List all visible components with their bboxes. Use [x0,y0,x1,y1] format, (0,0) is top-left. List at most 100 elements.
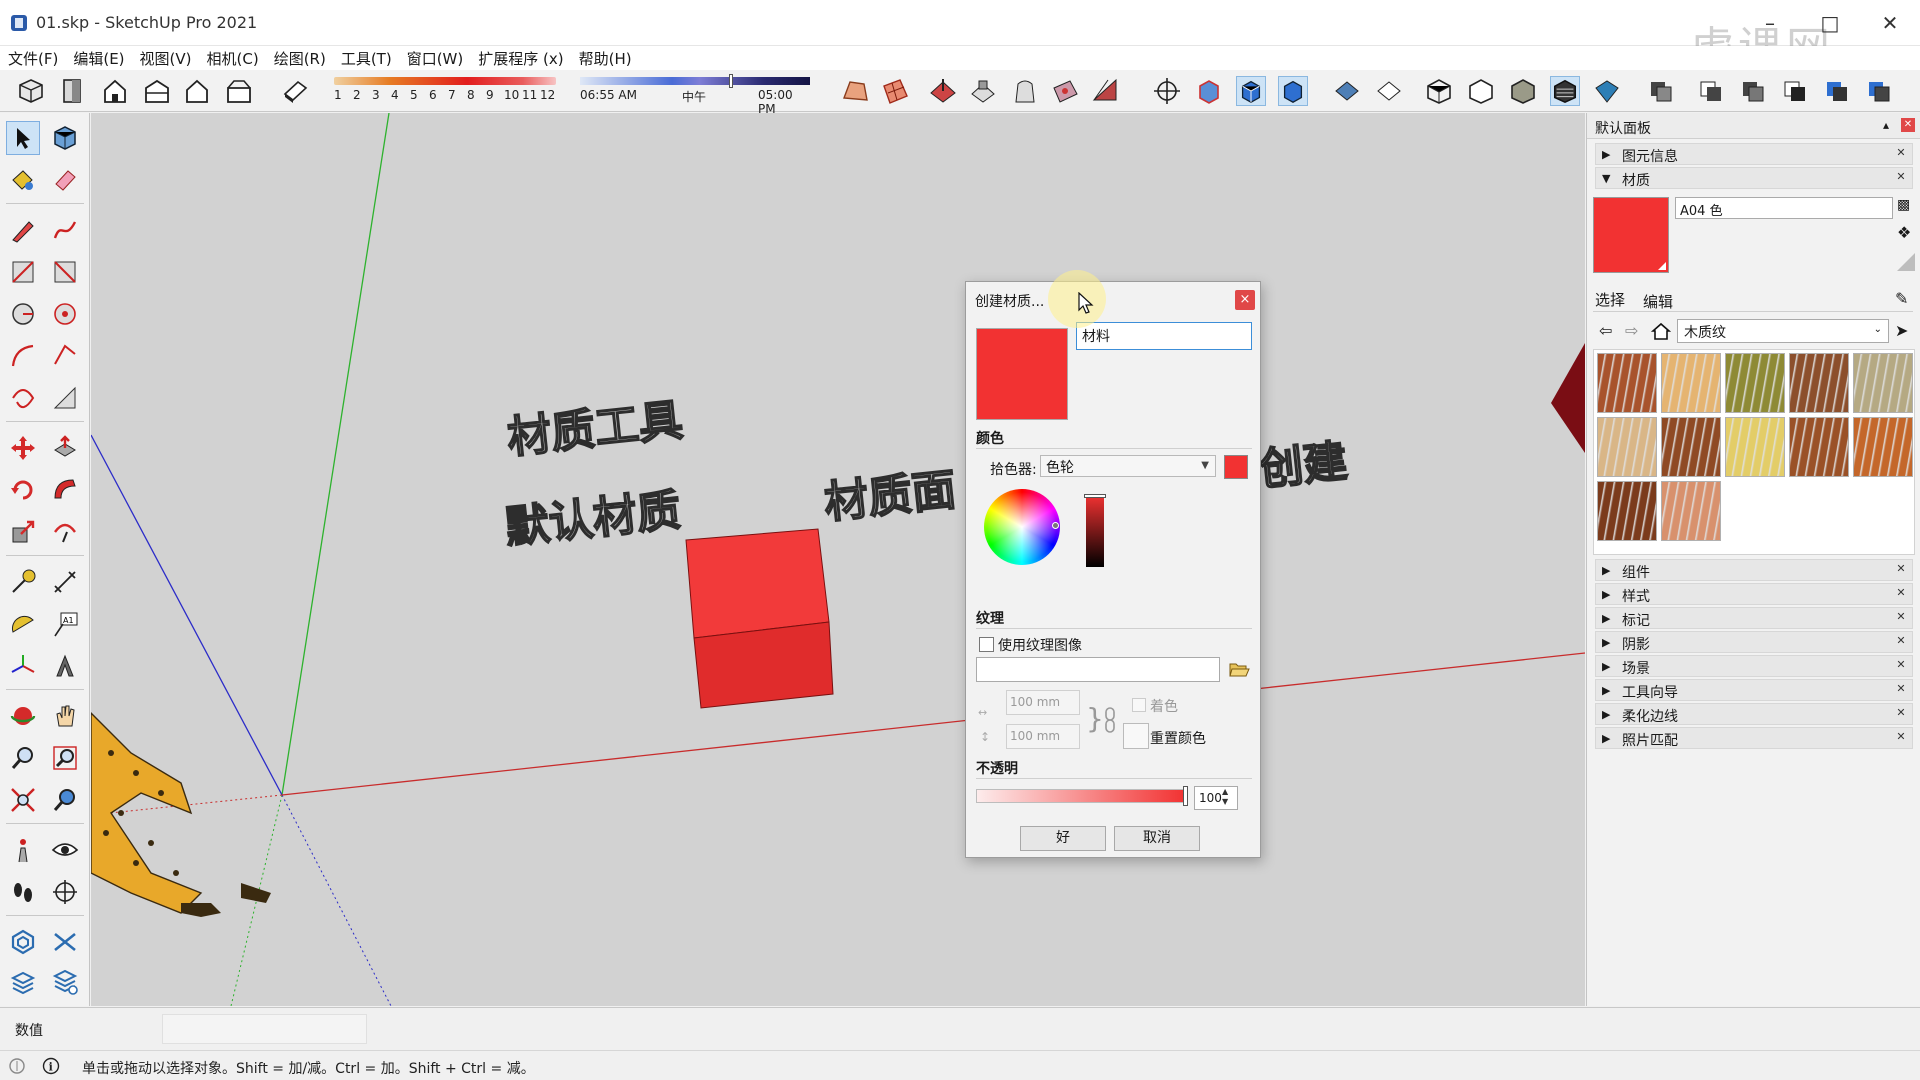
material-swatch[interactable] [1661,417,1721,477]
shadow-time-slider[interactable]: 06:55 AM 中午 05:00 PM [580,74,810,116]
selected-color-swatch[interactable] [1224,455,1248,479]
tab-select[interactable]: 选择 [1595,289,1625,310]
menu-tools[interactable]: 工具(T) [341,48,392,69]
forward-arrow-icon[interactable]: ⇨ [1625,321,1638,340]
material-name-field[interactable]: A04 色 [1675,197,1893,219]
drape-icon[interactable] [1010,76,1040,106]
color-picker-select[interactable]: 色轮 ▼ [1040,455,1216,477]
back-view-icon[interactable] [182,76,212,106]
browse-folder-icon[interactable] [1228,659,1250,679]
push-pull-tool[interactable] [48,431,82,465]
opacity-stepper[interactable]: ▲ ▼ [1222,787,1228,807]
section-tags[interactable]: ▶ 标记 ✕ [1595,607,1913,629]
texture-path-input[interactable] [976,657,1220,682]
material-swatch[interactable] [1789,417,1849,477]
left-view-icon[interactable] [224,76,254,106]
geo-location-icon[interactable] [8,1057,26,1075]
display-section-planes-icon[interactable] [1194,76,1224,106]
home-icon[interactable] [1651,321,1671,341]
minimize-button[interactable]: – [1740,0,1800,46]
material-swatch[interactable] [1597,417,1657,477]
close-section-icon[interactable]: ✕ [1894,146,1908,160]
position-camera-tool[interactable] [6,833,40,867]
ok-button[interactable]: 好 [1020,826,1106,851]
add-detail-icon[interactable] [1050,76,1080,106]
layer-stack-icon-1[interactable] [1646,76,1676,106]
menu-edit[interactable]: 编辑(E) [73,48,124,69]
dialog-close-button[interactable]: × [1235,290,1255,310]
menu-view[interactable]: 视图(V) [140,48,192,69]
current-material-preview[interactable] [1593,197,1669,273]
extension-manager-tool[interactable] [48,925,82,959]
brightness-slider-handle[interactable] [1084,494,1106,498]
material-swatch[interactable] [1661,353,1721,413]
shaded-textures-style-icon[interactable] [1550,76,1580,106]
use-texture-checkbox[interactable] [979,637,994,652]
stamp-icon[interactable] [968,76,998,106]
material-swatch[interactable] [1853,417,1913,477]
line-tool[interactable] [6,213,40,247]
section-match-photo[interactable]: ▶ 照片匹配 ✕ [1595,727,1913,749]
axes-tool[interactable] [6,649,40,683]
menu-extensions[interactable]: 扩展程序 (x) [478,48,563,69]
circle-tool[interactable] [6,297,40,331]
orbit-tool[interactable] [6,699,40,733]
material-swatch[interactable] [1853,353,1913,413]
right-view-icon[interactable] [142,76,172,106]
maximize-button[interactable]: □ [1800,0,1860,46]
shadow-month-slider[interactable]: 1 2 3 4 5 6 7 8 9 10 11 12 [334,74,556,108]
menu-file[interactable]: 文件(F) [8,48,58,69]
material-name-input[interactable]: 材料 [1076,322,1252,350]
close-section-icon[interactable]: ✕ [1894,562,1908,576]
display-section-fill-icon[interactable] [1278,76,1308,106]
info-icon[interactable]: i [42,1057,60,1075]
material-swatch[interactable] [1597,481,1657,541]
shaded-style-icon[interactable] [1508,76,1538,106]
close-section-icon[interactable]: ✕ [1894,730,1908,744]
dimension-tool[interactable] [48,565,82,599]
rectangle-tool[interactable] [6,255,40,289]
tray-close-icon[interactable]: ✕ [1901,118,1915,132]
tab-edit[interactable]: 编辑 [1643,291,1673,312]
eraser-tool[interactable] [48,163,82,197]
color-wheel-marker[interactable] [1052,522,1059,529]
close-section-icon[interactable]: ✕ [1894,586,1908,600]
sample-paint-icon[interactable] [1897,253,1915,271]
sandbox-scratch-icon[interactable] [880,76,910,106]
text-tool[interactable]: A1 [48,607,82,641]
section-plane-tool[interactable] [48,875,82,909]
xray-style-icon[interactable] [1332,76,1362,106]
chain-link-icon[interactable] [1104,706,1116,734]
texture-height-field[interactable]: 100 mm [1006,724,1080,749]
layer-stack-icon-4[interactable] [1780,76,1810,106]
top-view-icon[interactable] [58,76,88,106]
section-soften-edges[interactable]: ▶ 柔化边线 ✕ [1595,703,1913,725]
layers-tool-2[interactable] [48,965,82,999]
section-plane-icon[interactable] [280,76,310,106]
section-entity-info[interactable]: ▶ 图元信息 ✕ [1595,143,1913,165]
menu-draw[interactable]: 绘图(R) [274,48,326,69]
make-component-tool[interactable] [48,121,82,155]
details-arrow-icon[interactable]: ➤ [1895,321,1908,340]
3d-text-tool[interactable] [48,649,82,683]
wireframe-style-icon[interactable] [1424,76,1454,106]
iso-view-icon[interactable] [16,76,46,106]
rotate-tool[interactable] [6,473,40,507]
tape-measure-tool[interactable] [6,565,40,599]
close-section-icon[interactable]: ✕ [1894,610,1908,624]
extension-warehouse-tool[interactable] [6,925,40,959]
brightness-slider[interactable] [1086,495,1104,567]
three-point-arc-tool[interactable] [6,381,40,415]
layer-stack-icon-3[interactable] [1738,76,1768,106]
arc-tool[interactable] [6,339,40,373]
red-cube[interactable] [685,528,834,709]
close-section-icon[interactable]: ✕ [1894,658,1908,672]
layers-tool-1[interactable] [6,965,40,999]
back-arrow-icon[interactable]: ⇦ [1599,321,1612,340]
hidden-line-style-icon[interactable] [1466,76,1496,106]
offset-tool[interactable] [48,515,82,549]
close-section-icon[interactable]: ✕ [1894,170,1908,184]
two-point-arc-tool[interactable] [48,339,82,373]
sandbox-contours-icon[interactable] [840,76,870,106]
close-section-icon[interactable]: ✕ [1894,682,1908,696]
